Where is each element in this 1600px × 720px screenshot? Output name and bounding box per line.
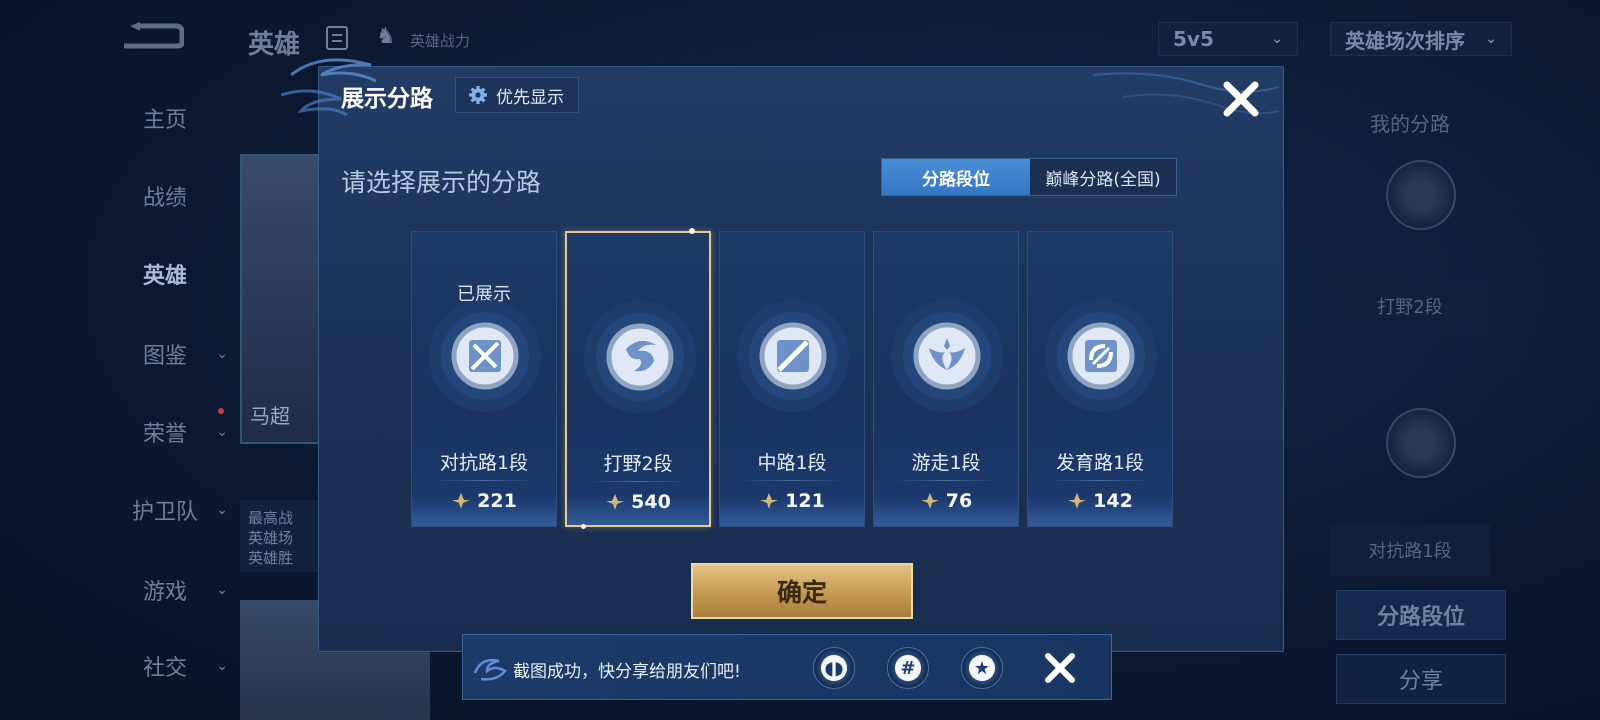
sort-select-value: 英雄场次排序 [1345,28,1465,53]
lane-card-jungle[interactable]: 打野2段 540 [565,228,711,529]
sidebar-item-honor[interactable]: 荣誉 ⌄ [100,412,230,452]
sidebar-item-home[interactable]: 主页 [100,98,230,138]
section-title: 请选择展示的分路 [341,168,542,197]
chevron-down-icon: ⌄ [1485,31,1497,47]
sidebar-item-hero[interactable]: 英雄 [100,254,230,294]
divider [740,480,844,481]
sidebar-item-label: 护卫队 [131,500,198,525]
lane-rank-name: 中路1段 [757,452,827,474]
sword-badge-icon [1386,408,1456,478]
jungle-badge-icon [1386,160,1456,230]
dialog-title: 展示分路 [341,86,433,112]
priority-display-label: 优先显示 [496,87,564,108]
chevron-down-icon: ⌄ [216,346,228,362]
notification-dot [218,408,224,414]
hero-name: 马超 [250,404,290,428]
chevron-down-icon: ⌄ [216,582,228,598]
confirm-button[interactable]: 确定 [691,563,913,619]
close-icon[interactable] [1219,77,1263,121]
sidebar-item-game[interactable]: 游戏 ⌄ [100,570,230,610]
card-glow [567,495,709,525]
divider [432,480,536,481]
sidebar-item-label: 荣誉 [142,422,187,447]
lane-card-bottom[interactable]: 发育路1段 142 [1027,231,1173,527]
lane-tab-group: 分路段位 巅峰分路(全国) [881,158,1177,196]
lane-card-list: 已展示 对抗路1段 221 打野2段 [411,228,1191,529]
share-button[interactable]: 分享 [1336,654,1506,704]
wings-emblem-icon [891,300,1003,412]
card-glow [412,496,556,526]
priority-display-button[interactable]: 优先显示 [455,77,579,113]
sidebar-item-label: 主页 [142,108,187,133]
sword-emblem-icon [429,300,541,412]
divider [587,481,689,482]
lane-rank-name: 发育路1段 [1055,452,1145,474]
sidebar-item-label: 游戏 [142,580,187,605]
qzone-star-icon[interactable]: ★ [961,647,1003,689]
divider [1048,480,1152,481]
tab-peak-lane-national[interactable]: 巅峰分路(全国) [1030,159,1176,195]
close-icon[interactable] [1043,651,1077,685]
qq-penguin-icon[interactable]: ◖◗ [813,647,855,689]
lane-rank-button[interactable]: 分路段位 [1336,590,1506,640]
sidebar-item-label: 图鉴 [142,344,187,369]
hero-power-icon[interactable]: ♞ [376,24,396,49]
toast-message: 截图成功，快分享给朋友们吧! [513,662,741,682]
lane-card-roam[interactable]: 游走1段 76 [873,231,1019,527]
card-glow [1028,496,1172,526]
tab-lane-rank[interactable]: 分路段位 [882,159,1030,195]
sidebar-item-label: 社交 [142,656,187,681]
sidebar-item-label: 战绩 [142,186,187,211]
my-lanes-title: 我的分路 [1370,112,1450,136]
display-lane-dialog: 展示分路 优先显示 请选择展示的分路 分路段位 巅峰分路(全国) 已展示 对抗路… [281,58,1284,652]
document-icon[interactable] [326,26,348,50]
back-arrow-icon[interactable] [120,22,184,52]
bow-emblem-icon [1045,300,1157,412]
lane-rank-name: 游走1段 [911,452,981,474]
divider [894,480,998,481]
my-lane-top: 对抗路1段 [1330,524,1490,576]
chevron-down-icon: ⌄ [216,502,228,518]
mode-select-value: 5v5 [1173,27,1214,51]
gear-icon [469,86,487,104]
mid-lane-emblem-icon [737,300,849,412]
mode-select[interactable]: 5v5 ⌄ [1158,22,1298,56]
hero-power-label[interactable]: 英雄战力 [410,30,470,51]
card-glow [874,496,1018,526]
cloud-swirl-decoration [473,659,507,681]
chevron-down-icon: ⌄ [216,658,228,674]
lane-card-top[interactable]: 已展示 对抗路1段 221 [411,231,557,527]
jungle-dragon-emblem-icon [584,301,696,413]
wechat-moments-icon[interactable]: # [887,647,929,689]
chevron-down-icon: ⌄ [1271,31,1283,47]
lane-rank-name: 对抗路1段 [439,452,529,474]
lane-rank-name: 打野2段 [603,453,673,475]
sort-select[interactable]: 英雄场次排序 ⌄ [1330,22,1512,56]
sidebar-item-label: 英雄 [142,264,187,289]
screenshot-share-toast: 截图成功，快分享给朋友们吧! ◖◗ # ★ [462,634,1112,700]
my-lane-jungle: 打野2段 [1330,280,1490,332]
card-glow [720,496,864,526]
sidebar-item-guard[interactable]: 护卫队 ⌄ [100,490,230,530]
sidebar-item-record[interactable]: 战绩 [100,176,230,216]
lane-card-mid[interactable]: 中路1段 121 [719,231,865,527]
sidebar-item-codex[interactable]: 图鉴 ⌄ [100,334,230,374]
sidebar-item-social[interactable]: 社交 ⌄ [100,646,230,686]
chevron-down-icon: ⌄ [216,424,228,440]
